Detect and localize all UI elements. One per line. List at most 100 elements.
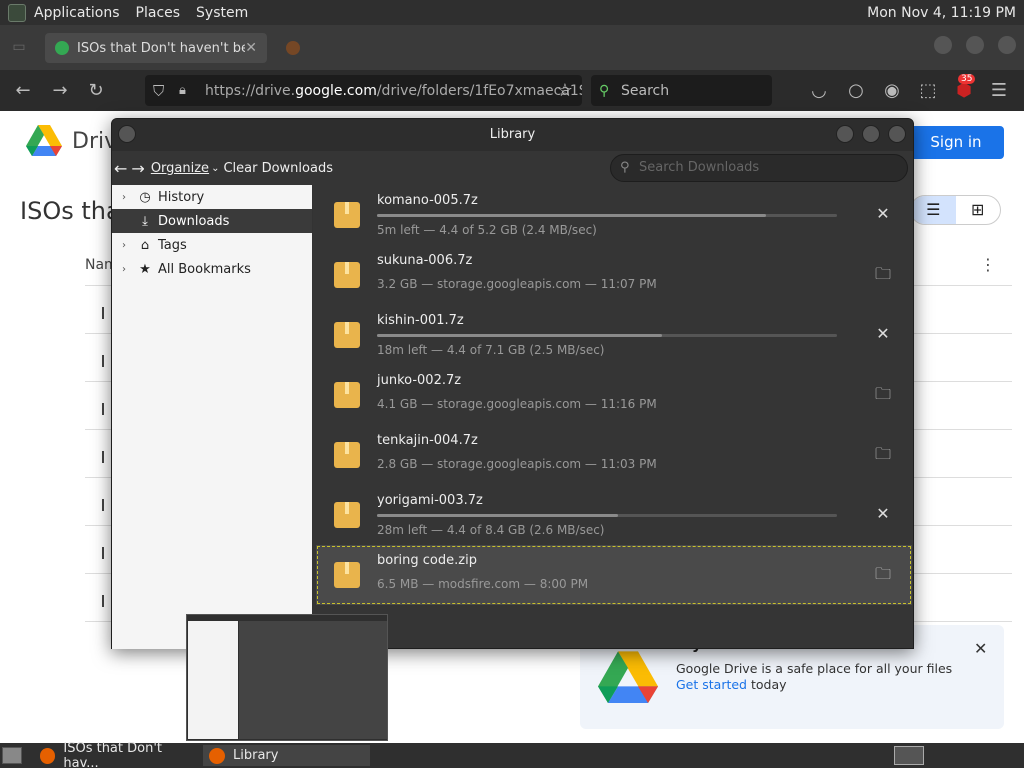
view-toggle: ☰ ⊞ [910, 195, 1001, 225]
sidebar-item-history[interactable]: › ◷ History [112, 185, 312, 209]
download-row[interactable]: tenkajin-004.7z 2.8 GB — storage.googlea… [316, 425, 912, 485]
open-folder-icon[interactable]: 🗀︎ [872, 443, 894, 465]
download-icon: ⤓ [142, 213, 148, 229]
archive-file-icon [334, 382, 360, 408]
pocket-icon[interactable]: ◡ [806, 78, 832, 104]
minimize-window-icon[interactable] [934, 36, 952, 54]
lock-icon[interactable]: 🔒︎ [179, 83, 186, 98]
back-icon[interactable]: ← [10, 78, 36, 104]
hamburger-menu-icon[interactable]: ☰ [986, 78, 1012, 104]
download-meta: 28m left — 4.4 of 8.4 GB (2.6 MB/sec) [377, 523, 605, 537]
progress-fill [377, 334, 663, 337]
tab-firefox[interactable] [276, 33, 356, 63]
close-promo-icon[interactable]: ✕ [974, 639, 987, 658]
bottom-taskbar: ISOs that Don't hav... Library [0, 741, 1024, 768]
search-icon: ⚲ [599, 82, 610, 99]
profile-icon[interactable]: ◉ [879, 78, 905, 104]
more-options-icon[interactable]: ⋮ [980, 255, 996, 274]
bookmark-star-icon[interactable]: ☆ [552, 78, 578, 104]
account-circle-icon[interactable]: ○ [843, 78, 869, 104]
browser-tab-strip: ▭ ISOs that Don't haven't bee ✕ [0, 25, 1024, 70]
download-row[interactable]: yorigami-003.7z 28m left — 4.4 of 8.4 GB… [316, 485, 912, 545]
download-meta: 5m left — 4.4 of 5.2 GB (2.4 MB/sec) [377, 223, 597, 237]
open-folder-icon[interactable]: 🗀︎ [872, 563, 894, 585]
search-downloads-input[interactable]: ⚲ Search Downloads [610, 154, 908, 182]
promo-text: Google Drive is a safe place for all you… [676, 661, 953, 676]
minimize-icon[interactable] [836, 125, 854, 143]
places-menu[interactable]: Places [128, 5, 189, 21]
window-menu-icon[interactable] [118, 125, 136, 143]
tab-overview-icon[interactable]: ▭ [6, 34, 32, 60]
download-row[interactable]: komano-005.7z 5m left — 4.4 of 5.2 GB (2… [316, 185, 912, 245]
ublock-badge: 35 [958, 74, 976, 84]
extensions-icon[interactable]: ⬚ [915, 78, 941, 104]
firefox-icon [209, 747, 225, 764]
forward-icon[interactable]: → [131, 159, 144, 178]
sidebar-item-label: Tags [158, 237, 187, 253]
expand-chevron-icon[interactable]: › [122, 192, 136, 203]
close-tab-icon[interactable]: ✕ [245, 40, 257, 56]
chevron-down-icon[interactable]: ⌄ [211, 163, 219, 174]
list-view-icon[interactable]: ☰ [911, 196, 956, 224]
clear-downloads-button[interactable]: Clear Downloads [223, 161, 333, 176]
distro-logo-icon[interactable] [8, 3, 26, 22]
download-name: boring code.zip [377, 553, 477, 568]
sidebar-item-all-bookmarks[interactable]: › ★ All Bookmarks [112, 257, 312, 281]
maximize-window-icon[interactable] [966, 36, 984, 54]
archive-file-icon [334, 442, 360, 468]
download-name: tenkajin-004.7z [377, 433, 478, 448]
tag-icon: ⌂ [140, 237, 150, 253]
download-meta: 4.1 GB — storage.googleapis.com — 11:16 … [377, 397, 657, 411]
maximize-icon[interactable] [862, 125, 880, 143]
close-window-icon[interactable] [998, 36, 1016, 54]
library-titlebar[interactable]: Library [112, 119, 913, 151]
archive-file-icon [334, 202, 360, 228]
show-desktop-icon[interactable] [2, 747, 22, 764]
taskbar-item-library[interactable]: Library [203, 745, 370, 766]
download-row[interactable]: kishin-001.7z 18m left — 4.4 of 7.1 GB (… [316, 305, 912, 365]
tab-isos[interactable]: ISOs that Don't haven't bee ✕ [45, 33, 267, 63]
expand-chevron-icon[interactable]: › [122, 240, 136, 251]
download-name: komano-005.7z [377, 193, 478, 208]
library-window: Library ← → Organize ⌄ Clear Downloads ⚲… [111, 118, 914, 649]
google-drive-logo-icon[interactable] [26, 125, 62, 157]
search-bar[interactable]: ⚲ Search [591, 75, 772, 106]
download-row[interactable]: sukuna-006.7z 3.2 GB — storage.googleapi… [316, 245, 912, 305]
expand-chevron-icon[interactable]: › [122, 264, 136, 275]
system-menu[interactable]: System [188, 5, 256, 21]
cancel-download-icon[interactable]: ✕ [872, 323, 894, 345]
get-started-link[interactable]: Get started [676, 677, 747, 692]
download-row-selected[interactable]: boring code.zip 6.5 MB — modsfire.com — … [316, 545, 912, 605]
promo-link-row: Get started today [676, 677, 787, 692]
organize-menu[interactable]: Organize [151, 161, 209, 176]
top-panel: Applications Places System Mon Nov 4, 11… [0, 0, 1024, 25]
close-icon[interactable] [888, 125, 906, 143]
sidebar-item-tags[interactable]: › ⌂ Tags [112, 233, 312, 257]
firefox-icon [40, 747, 56, 764]
url-domain: google.com [295, 82, 377, 99]
taskbar-item-firefox[interactable]: ISOs that Don't hav... [34, 741, 196, 768]
forward-icon[interactable]: → [47, 78, 73, 104]
shield-icon[interactable]: ⛉ [153, 82, 164, 100]
sidebar-item-label: History [158, 189, 205, 205]
sidebar-item-label: All Bookmarks [158, 261, 251, 277]
cancel-download-icon[interactable]: ✕ [872, 203, 894, 225]
window-thumbnail-preview[interactable] [186, 614, 388, 741]
progress-fill [377, 214, 767, 217]
url-bar[interactable]: ⛉ 🔒︎ https://drive. google.com/drive/fold… [145, 75, 582, 106]
open-folder-icon[interactable]: 🗀︎ [872, 383, 894, 405]
download-row[interactable]: junko-002.7z 4.1 GB — storage.googleapis… [316, 365, 912, 425]
applications-menu[interactable]: Applications [26, 5, 128, 21]
download-meta: 6.5 MB — modsfire.com — 8:00 PM [377, 577, 589, 591]
clock[interactable]: Mon Nov 4, 11:19 PM [867, 5, 1024, 21]
reload-icon[interactable]: ↻ [83, 78, 109, 104]
open-folder-icon[interactable]: 🗀︎ [872, 263, 894, 285]
sign-in-button[interactable]: Sign in [908, 126, 1004, 159]
workspace-switcher[interactable] [894, 746, 924, 765]
cancel-download-icon[interactable]: ✕ [872, 503, 894, 525]
back-icon[interactable]: ← [114, 159, 127, 178]
download-meta: 18m left — 4.4 of 7.1 GB (2.5 MB/sec) [377, 343, 605, 357]
grid-view-icon[interactable]: ⊞ [956, 196, 1001, 224]
sidebar-item-downloads[interactable]: ⤓ Downloads [112, 209, 312, 233]
sidebar-item-label: Downloads [158, 213, 230, 229]
